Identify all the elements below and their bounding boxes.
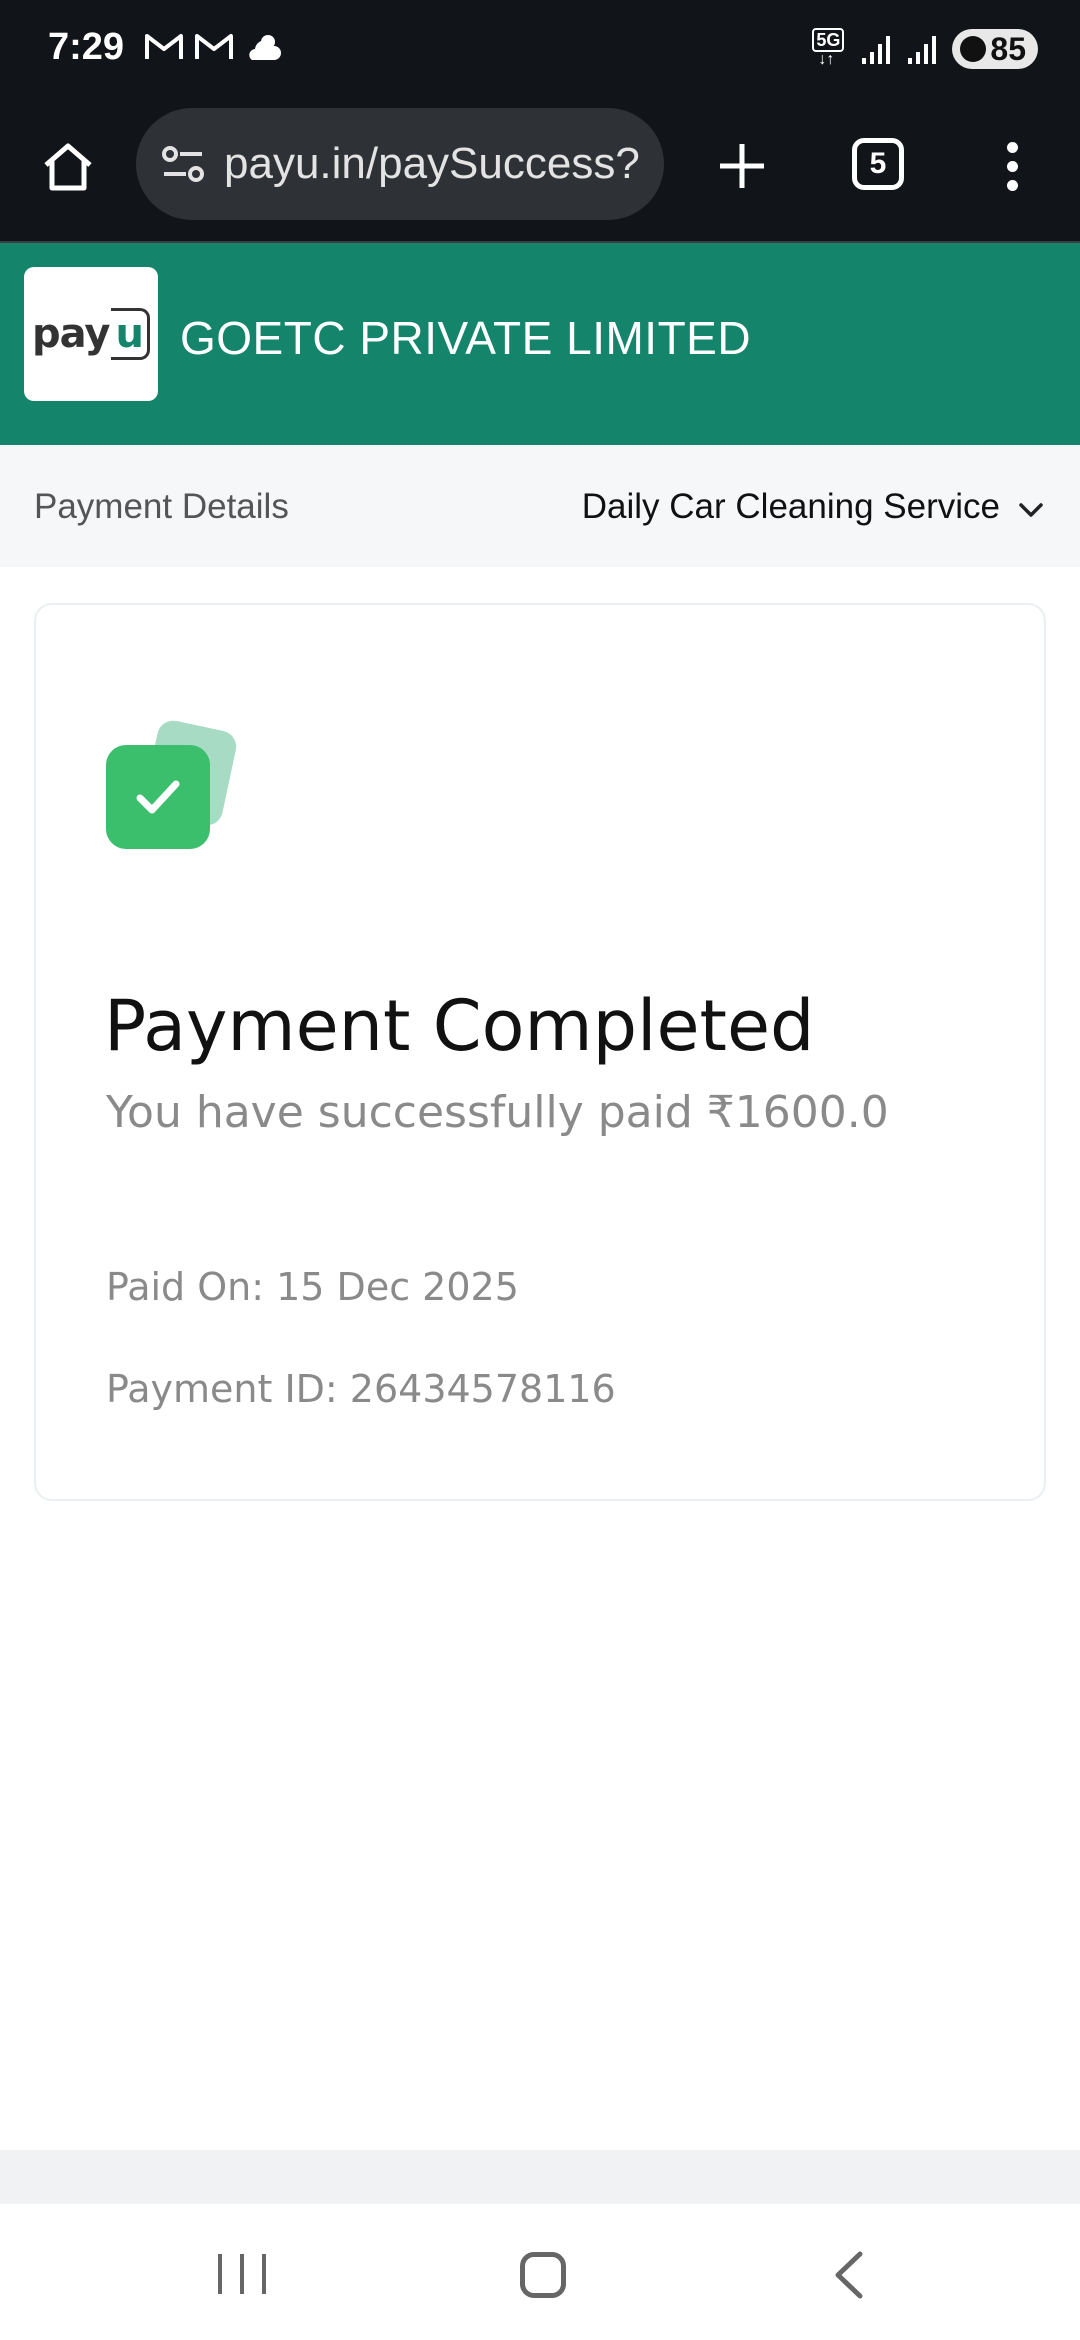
home-button[interactable] (36, 135, 100, 199)
notification-icons (144, 30, 284, 64)
recent-apps-button[interactable] (218, 2254, 266, 2294)
browser-toolbar: payu.in/paySuccess? 5 (0, 100, 1080, 243)
menu-dot (1006, 160, 1018, 172)
more-menu-button[interactable] (990, 130, 1034, 202)
chevron-down-icon[interactable] (1016, 495, 1046, 525)
logo-text: pay u (32, 308, 150, 360)
paid-on-date: Paid On: 15 Dec 2025 (106, 1265, 519, 1309)
signal-icon (862, 36, 891, 64)
gmail-icon (195, 34, 233, 59)
result-subtitle: You have successfully paid ₹1600.0 (106, 1087, 889, 1138)
merchant-header: pay u GOETC PRIVATE LIMITED (0, 243, 1080, 445)
back-button[interactable] (826, 2250, 872, 2300)
url-text[interactable]: payu.in/paySuccess? (224, 139, 654, 189)
payment-id: Payment ID: 26434578116 (106, 1367, 616, 1411)
system-nav-bar (0, 2204, 1080, 2340)
plus-icon (720, 144, 764, 188)
site-settings-icon[interactable] (158, 139, 208, 189)
status-bar: 7:29 5G ↓↑ 85 (0, 0, 1080, 100)
menu-dot (1006, 141, 1018, 153)
payu-logo: pay u (24, 267, 158, 401)
result-title: Payment Completed (104, 985, 815, 1067)
address-bar[interactable]: payu.in/paySuccess? (136, 108, 664, 220)
gmail-icon (145, 34, 183, 59)
merchant-name: GOETC PRIVATE LIMITED (180, 312, 752, 364)
tab-switcher-button[interactable]: 5 (852, 138, 904, 190)
network-type-label: 5G (812, 28, 845, 52)
home-icon (44, 143, 92, 191)
weather-icon (249, 35, 281, 60)
home-nav-button[interactable] (520, 2252, 566, 2298)
menu-dot (1006, 179, 1018, 191)
success-icon (106, 717, 246, 855)
battery-icon: 85 (952, 29, 1038, 69)
page-footer-strip (0, 2150, 1080, 2204)
signal-icon (908, 36, 937, 64)
product-name[interactable]: Daily Car Cleaning Service (582, 487, 1000, 527)
battery-level: 85 (990, 30, 1026, 67)
checkmark-icon (106, 745, 210, 849)
charging-icon (960, 36, 987, 62)
payment-details-bar[interactable]: Payment Details Daily Car Cleaning Servi… (0, 445, 1080, 567)
status-time: 7:29 (48, 26, 125, 68)
new-tab-button[interactable] (706, 130, 778, 202)
network-type-icon: 5G ↓↑ (812, 28, 848, 70)
status-right-icons: 5G ↓↑ 85 (812, 28, 1038, 70)
payment-details-label: Payment Details (34, 487, 289, 526)
payment-result-card: Payment Completed You have successfully … (34, 603, 1046, 1501)
